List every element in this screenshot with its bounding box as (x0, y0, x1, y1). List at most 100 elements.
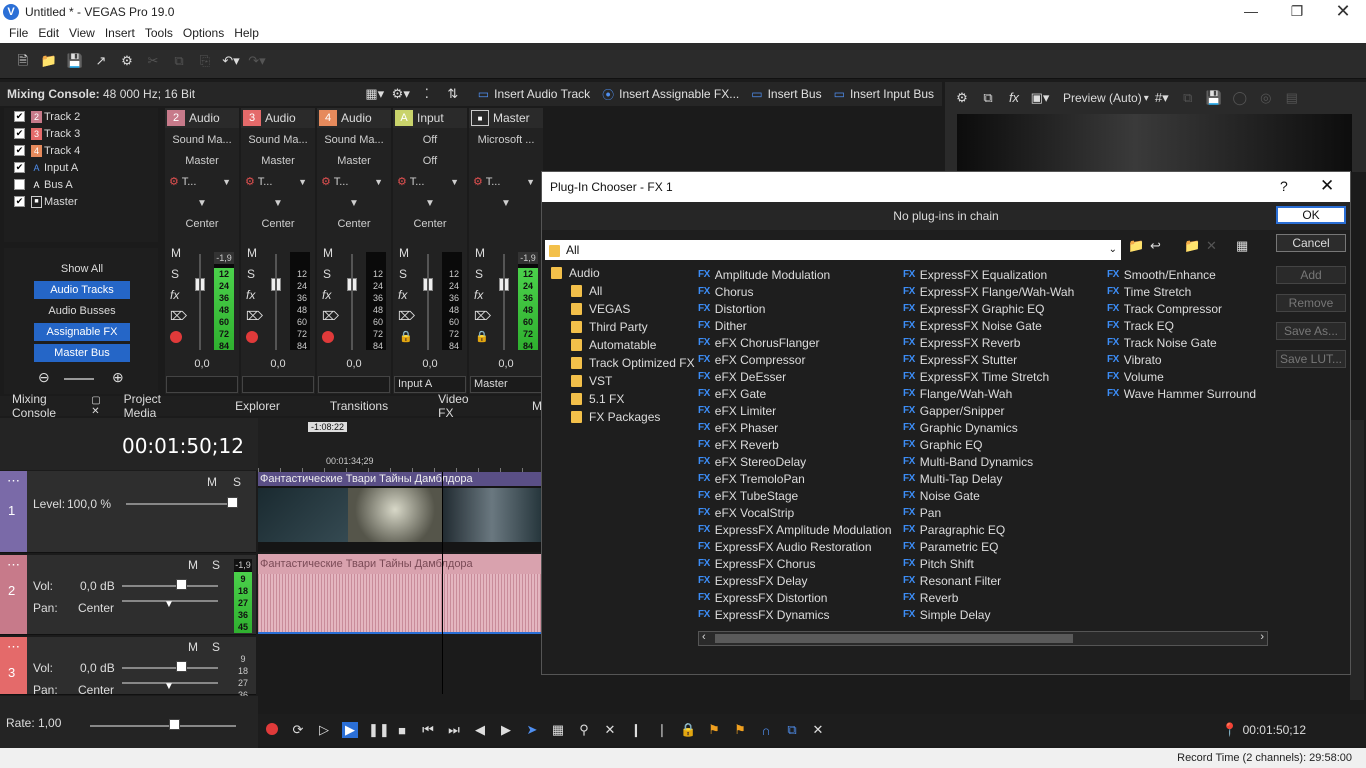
ok-button[interactable]: OK (1276, 206, 1346, 224)
selection-tool-icon[interactable]: ▦ (550, 722, 566, 738)
auto-ripple-icon[interactable]: ⧉ (784, 722, 800, 738)
mute-button[interactable]: M (475, 246, 485, 260)
plugin-item[interactable]: FX Smooth/Enhance (1107, 266, 1256, 283)
send-dropdown-icon[interactable]: ▼ (393, 193, 467, 214)
fx-insert[interactable]: ⚙ T... ▼ (393, 172, 467, 193)
plugin-item[interactable]: FX eFX Reverb (698, 436, 892, 453)
plugin-item[interactable]: FX Noise Gate (903, 487, 1074, 504)
render-icon[interactable]: ↗ (88, 51, 114, 71)
plugin-item[interactable]: FX Track Compressor (1107, 300, 1256, 317)
lock-icon[interactable]: 🔒 (680, 722, 696, 738)
output-device[interactable]: Microsoft ... (469, 130, 543, 151)
tab-mixing-console[interactable]: Mixing Console (12, 392, 85, 420)
level-slider-thumb[interactable] (227, 497, 238, 508)
solo-button[interactable]: S (212, 558, 220, 572)
loop-icon[interactable]: ⟳ (290, 722, 306, 738)
scroll-right-icon[interactable]: › (1260, 631, 1264, 643)
track-header-audio-2[interactable]: ⋯ 2 M S Vol: 0,0 dB Pan: Center ▼ -1,9 9… (0, 555, 256, 635)
copy-snapshot-icon[interactable]: ⧉ (1175, 88, 1201, 108)
tree-node[interactable]: 5.1 FX (545, 390, 695, 408)
mute-button[interactable]: M (399, 246, 409, 260)
plugin-item[interactable]: FX Paragraphic EQ (903, 521, 1074, 538)
plugin-item[interactable]: FX Pitch Shift (903, 555, 1074, 572)
category-filter-dropdown[interactable]: All ⌄ (545, 240, 1121, 260)
preview-settings-icon[interactable]: ⚙ (949, 88, 975, 108)
record-icon[interactable] (264, 722, 280, 738)
plugin-item[interactable]: FX Gapper/Snipper (903, 402, 1074, 419)
pan-slider-thumb[interactable]: ▼ (164, 681, 174, 692)
plugin-item[interactable]: FX Multi-Band Dynamics (903, 453, 1074, 470)
menu-edit[interactable]: Edit (38, 26, 59, 40)
plugin-item[interactable]: FX eFX Compressor (698, 351, 892, 368)
show-all-button[interactable]: Show All (34, 260, 130, 278)
track-header-audio-3[interactable]: ⋯ 3 M S Vol: 0,0 dB Pan: Center ▼ 9 18 27 3… (0, 637, 256, 700)
mute-button[interactable]: M (207, 475, 217, 489)
plugin-item[interactable]: FX Volume (1107, 368, 1256, 385)
phase-icon[interactable]: ⌦ (474, 309, 491, 323)
phase-icon[interactable]: ⌦ (246, 309, 263, 323)
plugin-item[interactable]: FX Simple Delay (903, 606, 1074, 623)
volume-slider-thumb[interactable] (176, 579, 187, 590)
save-as-button[interactable]: Save As... (1276, 322, 1346, 340)
stop-icon[interactable]: ■ (394, 723, 410, 738)
gear-icon[interactable]: ⚙ (114, 51, 140, 71)
insert-input-bus-button[interactable]: ▭ Insert Input Bus (834, 87, 934, 101)
tab-explorer[interactable]: Explorer (235, 399, 280, 413)
plugin-item[interactable]: FX Distortion (698, 300, 892, 317)
strip-header[interactable]: ■ Master (469, 108, 543, 128)
solo-button[interactable]: S (323, 267, 331, 281)
plugin-item[interactable]: FX Track EQ (1107, 317, 1256, 334)
tree-node[interactable]: Third Party (545, 318, 695, 336)
tab-project-media[interactable]: Project Media (124, 392, 190, 420)
plugin-item[interactable]: FX Wave Hammer Surround (1107, 385, 1256, 402)
plugin-item[interactable]: FX ExpressFX Equalization (903, 266, 1074, 283)
audio-clip-2[interactable]: Фантастические Твари Тайны Дамблдора (258, 554, 542, 634)
output-device[interactable]: Sound Ma... (165, 130, 239, 151)
minimize-button[interactable]: — (1228, 0, 1274, 23)
arm-record-icon[interactable] (322, 331, 334, 343)
dim-output-icon[interactable]: ⇅ (440, 84, 466, 104)
track-menu-icon[interactable]: ⋯ (0, 555, 27, 573)
output-routing[interactable]: Master (241, 151, 315, 172)
plugin-item[interactable]: FX eFX VocalStrip (698, 504, 892, 521)
go-to-start-icon[interactable]: ⏮ (420, 722, 436, 738)
send-dropdown-icon[interactable]: ▼ (165, 193, 239, 214)
delete-icon[interactable]: ✕ (602, 722, 618, 738)
strip-header[interactable]: 3 Audio (241, 108, 315, 128)
mute-button[interactable]: M (323, 246, 333, 260)
volume-fader-track[interactable] (503, 254, 505, 350)
close-button[interactable]: ✕ (1320, 0, 1366, 23)
play-from-start-icon[interactable]: ▷ (316, 722, 332, 738)
lock-icon[interactable]: 🔒 (475, 330, 489, 343)
track-list-item[interactable]: ✔ABus A (4, 176, 158, 193)
remove-button[interactable]: Remove (1276, 294, 1346, 312)
strip-label-field[interactable] (166, 376, 238, 393)
output-device[interactable]: Sound Ma... (317, 130, 391, 151)
save-lut-button[interactable]: Save LUT... (1276, 350, 1346, 368)
plugin-item[interactable]: FX ExpressFX Reverb (903, 334, 1074, 351)
rate-slider[interactable] (90, 725, 236, 727)
paste-icon[interactable]: ⎘ (192, 51, 218, 71)
scrollbar-thumb[interactable] (715, 634, 1073, 643)
external-monitor-icon[interactable]: ⧉ (975, 88, 1001, 108)
track-menu-icon[interactable]: ⋯ (0, 637, 27, 655)
volume-slider[interactable] (122, 667, 218, 669)
output-routing[interactable]: Master (165, 151, 239, 172)
strip-header[interactable]: A Input (393, 108, 467, 128)
insert-assignable-fx-button[interactable]: ⦿ Insert Assignable FX... (602, 86, 739, 103)
remove-icon[interactable]: ✕ (1206, 238, 1217, 254)
volume-slider[interactable] (122, 585, 218, 587)
prev-frame-icon[interactable]: ◀ (472, 722, 488, 738)
copy-icon[interactable]: ⧉ (166, 51, 192, 71)
menu-insert[interactable]: Insert (105, 26, 135, 40)
plugin-item[interactable]: FX Graphic EQ (903, 436, 1074, 453)
audio-icon[interactable]: ◎ (1253, 88, 1279, 108)
layout-icon[interactable]: ▤ (1279, 88, 1305, 108)
audio-busses-button[interactable]: Audio Busses (34, 302, 130, 320)
solo-button[interactable]: S (171, 267, 179, 281)
menu-tools[interactable]: Tools (145, 26, 173, 40)
dialog-close-button[interactable]: ✕ (1320, 176, 1334, 196)
volume-fader-track[interactable] (427, 254, 429, 350)
phase-icon[interactable]: ⌦ (322, 309, 339, 323)
output-device[interactable]: Off (393, 130, 467, 151)
